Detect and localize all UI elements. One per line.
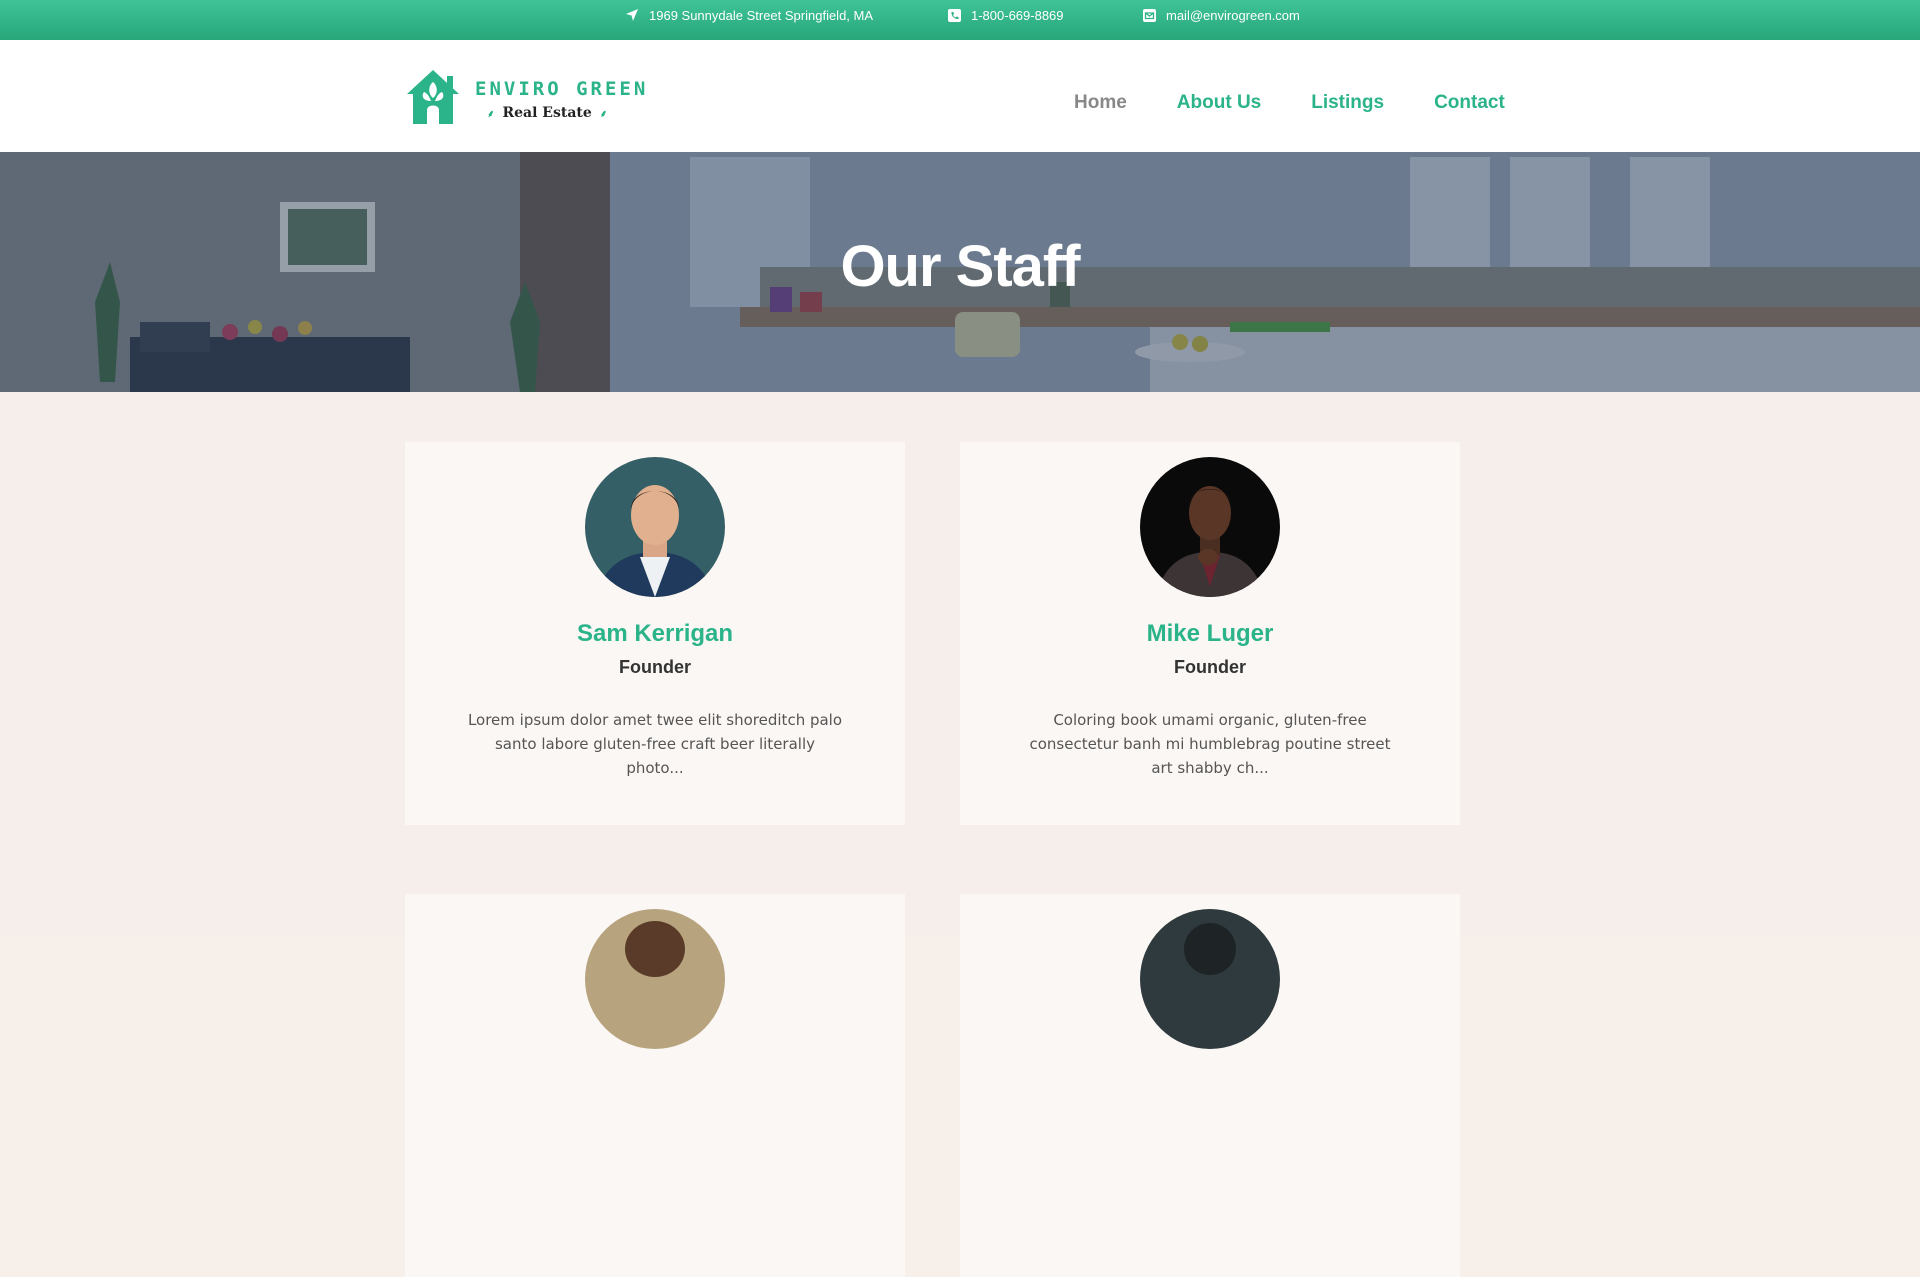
sprig-right-icon: ⸙ <box>599 109 608 120</box>
sprig-left-icon: ⸙ <box>487 109 495 120</box>
nav-home[interactable]: Home <box>1074 92 1127 114</box>
staff-role: Founder <box>1174 657 1246 677</box>
nav-about-us[interactable]: About Us <box>1177 92 1261 114</box>
staff-bio: Lorem ipsum dolor amet twee elit shoredi… <box>467 711 843 777</box>
staff-name[interactable]: Sam Kerrigan <box>405 620 905 648</box>
staff-name[interactable]: Mike Luger <box>960 620 1460 648</box>
main-nav: Home About Us Listings Contact <box>1074 92 1505 114</box>
hero-banner: Our Staff <box>0 152 1920 392</box>
brand-name: ENVIRO GREEN <box>475 78 649 100</box>
brand-sub-text: Real Estate <box>502 105 592 121</box>
staff-card[interactable] <box>405 894 905 1277</box>
avatar <box>585 909 725 1049</box>
avatar <box>1140 457 1280 597</box>
phone-item[interactable]: 1-800-669-8869 <box>947 0 1064 30</box>
email-item[interactable]: mail@envirogreen.com <box>1142 0 1300 30</box>
address-item: 1969 Sunnydale Street Springfield, MA <box>625 0 873 30</box>
staff-role: Founder <box>619 657 691 677</box>
page-title: Our Staff <box>840 234 1080 299</box>
brand-subtitle: ⸙ Real Estate ⸙ <box>487 105 607 121</box>
logo[interactable]: ENVIRO GREEN ⸙ Real Estate ⸙ <box>405 68 645 128</box>
nav-listings[interactable]: Listings <box>1311 92 1384 114</box>
nav-contact[interactable]: Contact <box>1434 92 1505 114</box>
avatar <box>1140 909 1280 1049</box>
phone-text[interactable]: 1-800-669-8869 <box>971 8 1064 23</box>
staff-section: Sam Kerrigan Founder Lorem ipsum dolor a… <box>0 392 1920 1277</box>
staff-card[interactable] <box>960 894 1460 1277</box>
phone-square-icon <box>947 8 961 22</box>
staff-card[interactable]: Mike Luger Founder Coloring book umami o… <box>960 442 1460 825</box>
top-info-bar: 1969 Sunnydale Street Springfield, MA 1-… <box>0 0 1920 40</box>
house-leaf-icon <box>407 70 459 124</box>
email-text[interactable]: mail@envirogreen.com <box>1166 8 1300 23</box>
staff-bio: Coloring book umami organic, gluten-free… <box>1029 711 1391 777</box>
avatar <box>585 457 725 597</box>
location-arrow-icon <box>625 8 639 22</box>
envelope-icon <box>1142 8 1156 22</box>
address-text: 1969 Sunnydale Street Springfield, MA <box>649 7 874 23</box>
staff-card[interactable]: Sam Kerrigan Founder Lorem ipsum dolor a… <box>405 442 905 825</box>
site-header: ENVIRO GREEN ⸙ Real Estate ⸙ Home About … <box>0 40 1920 153</box>
